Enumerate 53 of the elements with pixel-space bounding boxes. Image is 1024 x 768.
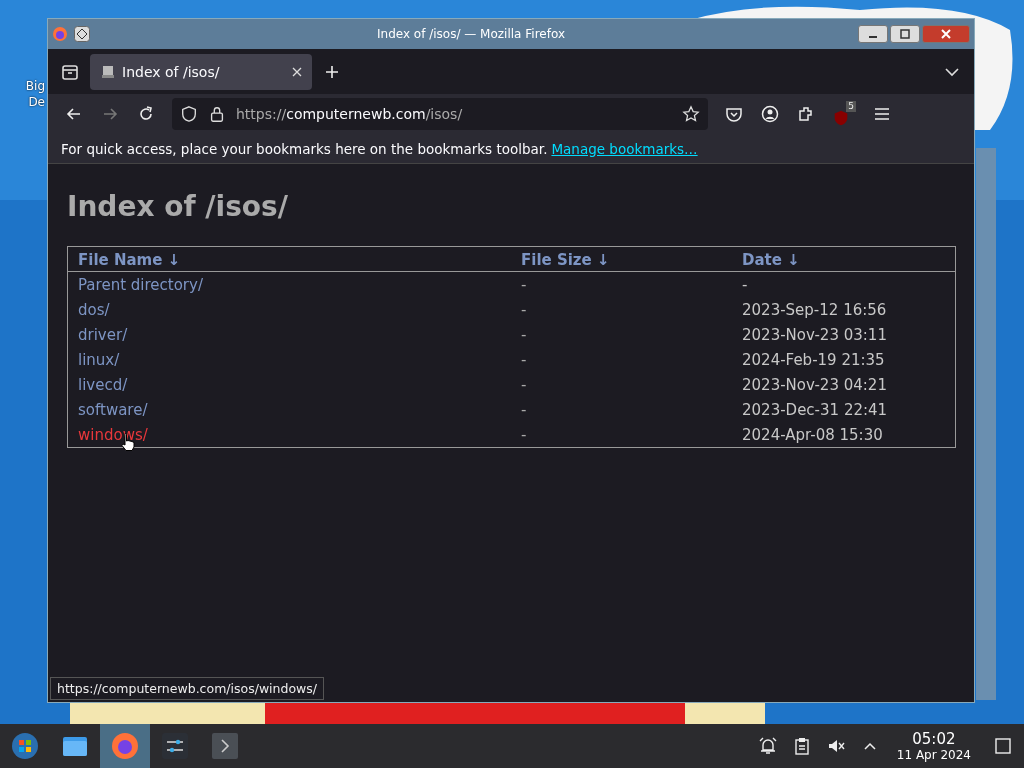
directory-link[interactable]: Parent directory/ [78,275,203,294]
file-date: 2024-Feb-19 21:35 [742,350,885,369]
file-date: 2023-Nov-23 03:11 [742,325,887,344]
alarm-icon[interactable] [757,736,778,756]
sliders-icon [160,731,190,761]
minimize-icon [869,36,877,38]
file-date: 2024-Apr-08 15:30 [742,425,883,444]
account-icon[interactable] [760,104,780,124]
directory-link[interactable]: windows/ [78,425,148,444]
file-size: - [521,400,527,419]
desktop-icon-label[interactable]: Big [25,78,45,94]
directory-link[interactable]: driver/ [78,325,128,344]
terminal-icon [210,731,240,761]
column-header[interactable]: Date ↓ [732,247,955,272]
column-header[interactable]: File Name ↓ [68,247,511,272]
address-bar[interactable]: https://computernewb.com/isos/ [172,98,708,130]
close-icon [941,29,951,39]
directory-link[interactable]: software/ [78,400,148,419]
file-date: 2023-Nov-23 04:21 [742,375,887,394]
column-header[interactable]: File Size ↓ [511,247,732,272]
close-tab-icon[interactable] [292,66,302,77]
directory-link[interactable]: linux/ [78,350,120,369]
extension-badge: 5 [846,101,856,112]
maximize-button[interactable] [890,25,920,43]
file-date: 2023-Sep-12 16:56 [742,300,887,319]
file-size: - [521,350,527,369]
status-url: https://computernewb.com/isos/windows/ [50,677,325,700]
computer-favicon-icon [100,63,116,80]
show-desktop-icon[interactable] [993,736,1013,756]
pin-icon[interactable] [74,26,90,42]
firefox-icon [110,731,140,761]
directory-link[interactable]: dos/ [78,300,110,319]
file-size: - [521,300,527,319]
file-size: - [521,325,527,344]
page-heading: Index of /isos/ [67,189,289,225]
file-size: - [521,425,527,444]
maximize-icon [900,29,910,39]
manage-bookmarks-link[interactable]: Manage bookmarks… [551,140,698,157]
minimize-button[interactable] [858,25,888,43]
window-title: Index of /isos/ — Mozilla Firefox [376,27,566,41]
windows-orb-icon [10,731,40,761]
file-date: 2023-Dec-31 22:41 [742,400,888,419]
file-date: - [742,275,748,294]
desktop-icon-label[interactable]: De [28,94,45,110]
clock[interactable]: 05:02 11 Apr 2024 [896,730,971,762]
shield-extension-button[interactable]: 5 [832,101,856,127]
close-button[interactable] [922,25,970,43]
shield-icon [832,109,850,127]
bookmarks-hint: For quick access, place your bookmarks here on the bookmarks toolbar. [61,140,548,157]
browser-tab[interactable]: Index of /isos/ [90,53,312,90]
file-size: - [521,275,527,294]
file-size: - [521,375,527,394]
directory-link[interactable]: livecd/ [78,375,128,394]
